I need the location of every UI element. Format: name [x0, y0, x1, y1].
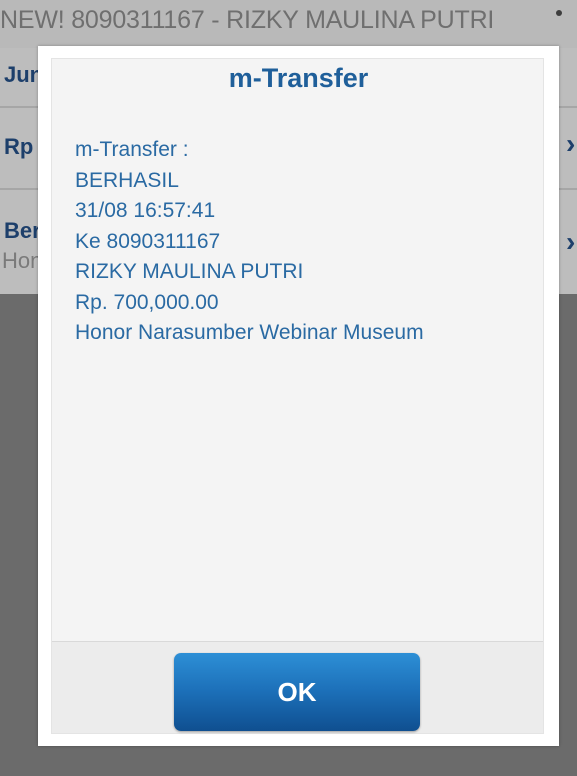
dialog-title: m-Transfer [228, 63, 369, 93]
message-line: Ke 8090311167 [75, 229, 221, 253]
transfer-message: m-Transfer : BERHASIL 31/08 16:57:41 Ke … [75, 135, 535, 349]
message-line: 31/08 16:57:41 [75, 199, 216, 222]
chevron-right-icon: › [566, 226, 576, 257]
message-line: BERHASIL [75, 168, 179, 192]
message-line: m-Transfer : [75, 138, 189, 161]
message-line: RIZKY MAULINA PUTRI [75, 260, 304, 283]
dialog-button-area: OK [52, 642, 543, 733]
chevron-right-icon: › [566, 128, 576, 159]
background-title: NEW! 8090311167 - RIZKY MAULINA PUTRI [0, 6, 495, 34]
background-row-label: Rp [4, 134, 34, 159]
dialog-panel: m-Transfer m-Transfer : BERHASIL 31/08 1… [51, 58, 544, 734]
background-row-label: Ber [4, 218, 41, 243]
ok-button[interactable]: OK [174, 653, 420, 731]
message-line: Rp. 700,000.00 [75, 290, 219, 314]
overflow-menu-icon [556, 10, 562, 16]
transfer-result-dialog: m-Transfer m-Transfer : BERHASIL 31/08 1… [38, 46, 559, 746]
screen: NEW! 8090311167 - RIZKY MAULINA PUTRI Ju… [0, 0, 577, 776]
message-line: Honor Narasumber Webinar Museum [75, 321, 424, 344]
background-header: NEW! 8090311167 - RIZKY MAULINA PUTRI [0, 0, 577, 48]
background-row-sublabel: Hon [2, 248, 43, 273]
